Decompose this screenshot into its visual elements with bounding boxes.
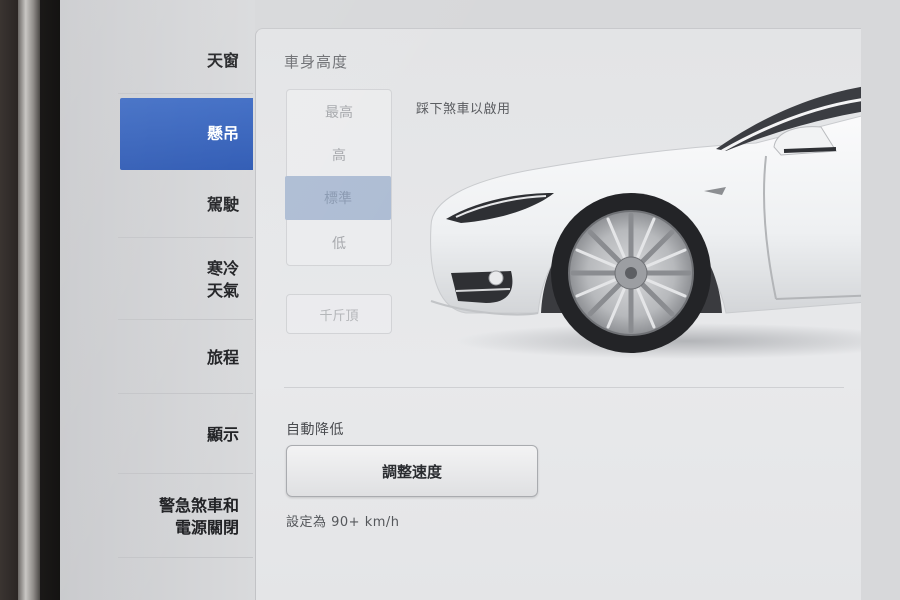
sidebar-item-label: 寒冷 天氣 <box>206 258 239 300</box>
sidebar-item-label: 顯示 <box>206 424 239 444</box>
option-label: 標準 <box>324 191 352 207</box>
option-label: 最高 <box>325 105 353 121</box>
section-divider <box>284 387 844 388</box>
ride-height-option-high[interactable]: 高 <box>287 133 391 177</box>
adjust-speed-button[interactable]: 調整速度 <box>286 445 538 497</box>
auto-lower-label: 自動降低 <box>286 422 344 438</box>
sidebar-item-label: 警急煞車和 電源關閉 <box>158 495 239 537</box>
touchscreen: 天窗 懸吊 駕駛 寒冷 天氣 旅程 顯示 警急煞車和 電源關閉 車身高度 踩下煞… <box>60 0 900 600</box>
option-label: 低 <box>332 236 346 252</box>
sidebar-item-cold-weather[interactable]: 寒冷 天氣 <box>118 240 253 320</box>
ride-height-option-standard[interactable]: 標準 <box>285 176 391 220</box>
option-label: 高 <box>332 148 346 164</box>
sidebar-item-label: 天窗 <box>206 50 239 70</box>
sidebar-item-label: 懸吊 <box>206 124 239 143</box>
sidebar-item-label: 旅程 <box>206 347 239 367</box>
adjust-speed-label: 調整速度 <box>381 462 442 481</box>
sidebar-item-emergency-brake-power-off[interactable]: 警急煞車和 電源關閉 <box>118 476 253 558</box>
jack-mode-button[interactable]: 千斤頂 <box>286 294 392 334</box>
sidebar-item-label: 駕駛 <box>206 194 239 214</box>
settings-sidebar: 天窗 懸吊 駕駛 寒冷 天氣 旅程 顯示 警急煞車和 電源關閉 <box>60 0 255 600</box>
sidebar-item-sunroof[interactable]: 天窗 <box>118 28 253 94</box>
screen-bezel <box>0 0 60 600</box>
ride-height-title: 車身高度 <box>284 53 349 71</box>
sidebar-item-driving[interactable]: 駕駛 <box>118 172 253 238</box>
brake-to-enable-hint: 踩下煞車以啟用 <box>416 102 511 117</box>
ride-height-option-low[interactable]: 低 <box>287 221 391 265</box>
sidebar-item-display[interactable]: 顯示 <box>118 396 253 474</box>
speed-setting-text: 設定為 90+ km/h <box>286 515 400 530</box>
sidebar-item-trips[interactable]: 旅程 <box>118 322 253 394</box>
jack-mode-label: 千斤頂 <box>319 308 359 324</box>
suspension-panel: 車身高度 踩下煞車以啟用 最高 高 標準 低 千斤頂 自動降低 調整速度 設定為… <box>255 28 861 600</box>
ride-height-option-very-high[interactable]: 最高 <box>287 90 391 134</box>
ride-height-selector[interactable]: 最高 高 標準 低 <box>285 89 392 266</box>
sidebar-item-suspension[interactable]: 懸吊 <box>120 98 253 170</box>
